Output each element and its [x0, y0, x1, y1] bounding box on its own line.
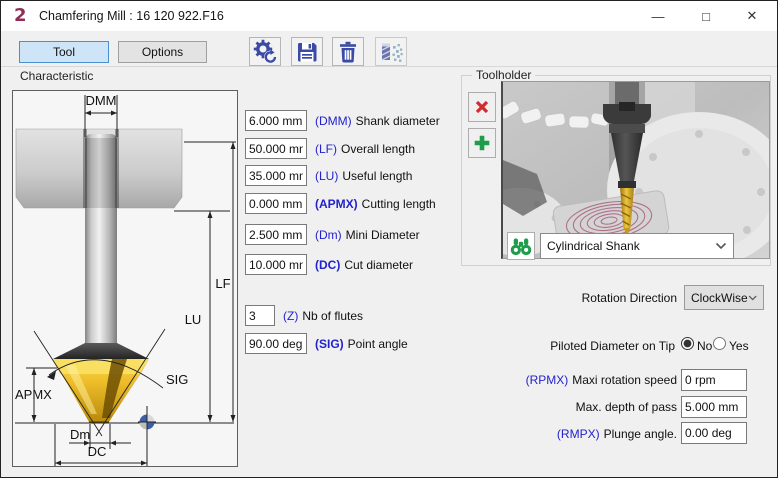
max-depth-of-pass-input[interactable]	[681, 396, 747, 418]
input-cutting-length[interactable]	[245, 193, 307, 214]
reload-tool-button[interactable]	[249, 37, 281, 66]
input-cut-diameter[interactable]	[245, 254, 307, 275]
chevron-down-icon	[715, 242, 727, 250]
input-overall-length[interactable]	[245, 138, 307, 159]
label-cut-diameter: (DC)Cut diameter	[315, 254, 413, 275]
delete-tool-button[interactable]	[332, 37, 364, 66]
maxi-rotation-speed-label: (RPMX)Maxi rotation speed	[431, 373, 677, 387]
tab-options[interactable]: Options	[118, 41, 207, 63]
toolbar-separator	[1, 66, 777, 67]
dim-label-dm: Dm	[70, 427, 90, 442]
piloted-radio-no-label: No	[697, 339, 712, 353]
delete-icon	[336, 40, 360, 64]
rotation-direction-select[interactable]: ClockWise	[684, 285, 764, 310]
maxi-rotation-speed-input[interactable]	[681, 369, 747, 391]
origin-marker-icon	[138, 413, 156, 431]
toolholder-group-label: Toolholder	[472, 68, 535, 82]
save-tool-button[interactable]	[291, 37, 323, 66]
label-point-angle: (SIG)Point angle	[315, 333, 408, 354]
maximize-button[interactable]: □	[689, 1, 723, 31]
max-depth-of-pass-label: Max. depth of pass	[431, 400, 677, 414]
simulation-button[interactable]	[375, 37, 407, 66]
title-bar: 2 Chamfering Mill : 16 120 922.F16 — □ ✕	[1, 1, 777, 31]
green-plus-icon	[472, 133, 492, 153]
dim-label-dc: DC	[88, 444, 107, 459]
shank-type-select[interactable]: Cylindrical Shank	[540, 233, 734, 259]
window-title: Chamfering Mill : 16 120 922.F16	[39, 9, 224, 23]
label-shank-diameter: (DMM)Shank diameter	[315, 110, 440, 131]
simulation-icon	[378, 40, 404, 64]
plunge-angle-input[interactable]	[681, 422, 747, 444]
characteristic-section-label: Characteristic	[20, 69, 93, 83]
rotation-direction-label: Rotation Direction	[471, 291, 677, 305]
input-nb-of-flutes[interactable]	[245, 305, 275, 326]
save-icon	[295, 40, 319, 64]
close-button[interactable]: ✕	[735, 1, 769, 31]
piloted-radio-yes[interactable]	[713, 337, 726, 350]
label-cutting-length: (APMX)Cutting length	[315, 193, 436, 214]
binoculars-icon	[509, 237, 533, 256]
tool-diagram: DMM LF LU APMX SI	[13, 91, 237, 466]
piloted-radio-no[interactable]	[681, 337, 694, 350]
label-useful-length: (LU)Useful length	[315, 165, 412, 186]
tool-diagram-panel: DMM LF LU APMX SI	[12, 90, 238, 467]
input-useful-length[interactable]	[245, 165, 307, 186]
dim-label-lu: LU	[185, 312, 202, 327]
rotation-direction-value: ClockWise	[691, 291, 748, 305]
dim-label-dmm: DMM	[85, 93, 116, 108]
input-shank-diameter[interactable]	[245, 110, 307, 131]
tab-tool[interactable]: Tool	[19, 41, 109, 63]
add-toolholder-button[interactable]	[468, 128, 496, 158]
chamfering-mill-dialog: 2 Chamfering Mill : 16 120 922.F16 — □ ✕…	[0, 0, 778, 478]
dim-label-sig: SIG	[166, 372, 188, 387]
browse-toolholder-button[interactable]	[507, 232, 535, 260]
plunge-angle-label: (RMPX)Plunge angle.	[431, 427, 677, 441]
app-logo-icon: 2	[14, 5, 26, 26]
label-mini-diameter: (Dm)Mini Diameter	[315, 224, 420, 245]
minimize-button[interactable]: —	[641, 1, 675, 31]
dim-label-lf: LF	[215, 276, 230, 291]
chevron-down-icon	[748, 294, 757, 302]
input-mini-diameter[interactable]	[245, 224, 307, 245]
shank-type-value: Cylindrical Shank	[547, 239, 640, 253]
sync-gear-icon	[253, 39, 278, 64]
piloted-radio-yes-label: Yes	[729, 339, 749, 353]
remove-toolholder-button[interactable]	[468, 92, 496, 122]
input-point-angle[interactable]	[245, 333, 307, 354]
red-cross-icon	[472, 97, 492, 117]
label-nb-of-flutes: (Z)Nb of flutes	[283, 305, 363, 326]
piloted-diameter-label: Piloted Diameter on Tip	[441, 339, 675, 353]
toolholder-group: Toolholder	[461, 75, 771, 266]
label-overall-length: (LF)Overall length	[315, 138, 415, 159]
dim-label-apmx: APMX	[15, 387, 52, 402]
